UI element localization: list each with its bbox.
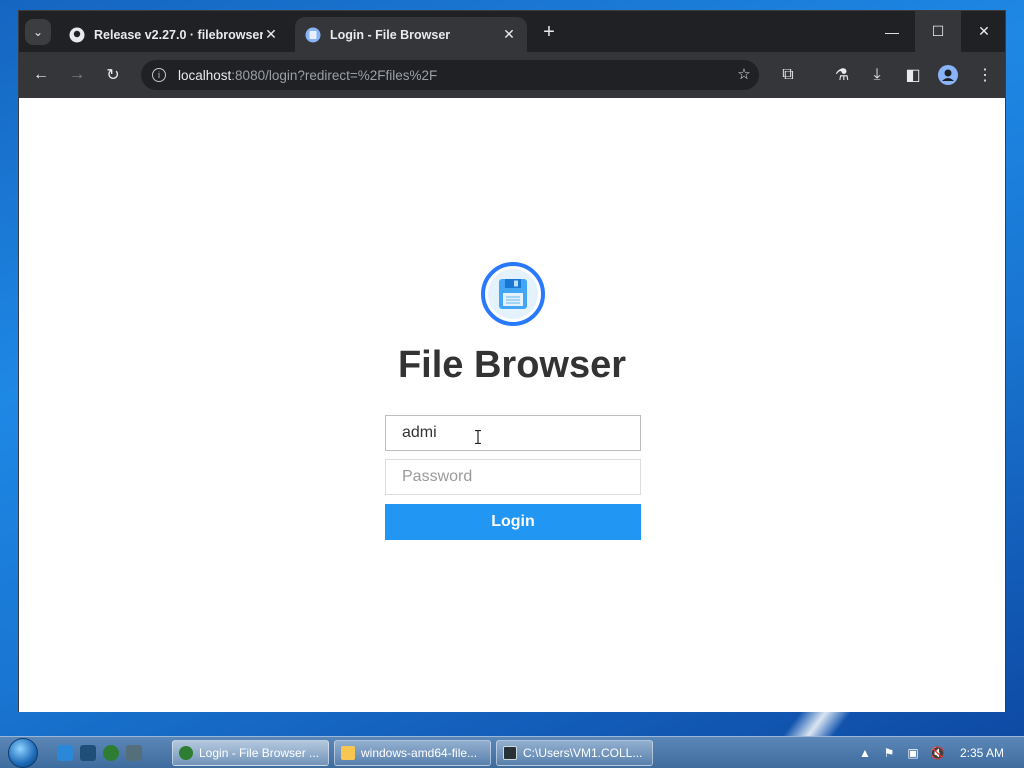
taskbar-clock: 2:35 AM xyxy=(960,746,1005,760)
folder-icon xyxy=(341,746,355,760)
reload-icon[interactable]: ↻ xyxy=(102,64,124,86)
bookmark-star-icon[interactable]: ☆ xyxy=(735,66,753,84)
volume-muted-icon[interactable]: 🔇 xyxy=(930,746,945,760)
maximize-icon[interactable]: ☐ xyxy=(915,11,961,52)
tray-expand-icon[interactable]: ▲ xyxy=(858,746,872,760)
text-cursor-icon xyxy=(475,430,481,444)
app-title: File Browser xyxy=(397,344,627,386)
chrome-icon xyxy=(179,746,193,760)
login-button[interactable]: Login xyxy=(385,504,641,540)
cmd-icon xyxy=(503,746,517,760)
menu-kebab-icon[interactable]: ⋮ xyxy=(974,64,996,86)
start-orb-icon[interactable] xyxy=(8,738,38,768)
github-icon xyxy=(69,27,85,42)
address-bar[interactable]: i localhost:8080/login?redirect=%2Ffiles… xyxy=(141,60,759,90)
extensions-puzzle-icon[interactable]: ⧉ xyxy=(777,64,799,86)
windows-taskbar: Login - File Browser ... windows-amd64-f… xyxy=(0,736,1024,768)
labs-flask-icon[interactable]: ⚗ xyxy=(831,64,853,86)
filebrowser-icon xyxy=(305,27,321,42)
tab-search-chevron-icon[interactable]: ⌄ xyxy=(25,19,51,45)
browser-toolbar: ← → ↻ i localhost:8080/login?redirect=%2… xyxy=(19,52,1005,98)
network-icon[interactable]: ▣ xyxy=(906,746,920,760)
forward-arrow-icon[interactable]: → xyxy=(66,64,88,86)
file-browser-logo-icon xyxy=(481,262,545,326)
page-viewport: File Browser Login xyxy=(19,98,1005,712)
chrome-quicklaunch-icon[interactable] xyxy=(103,745,119,761)
taskbar-item-label: Login - File Browser ... xyxy=(199,746,320,760)
tab-close-icon[interactable]: ✕ xyxy=(501,26,517,43)
show-desktop-icon[interactable] xyxy=(80,745,96,761)
taskbar-item-label: windows-amd64-file... xyxy=(361,746,478,760)
action-center-flag-icon[interactable]: ⚑ xyxy=(882,746,896,760)
taskbar-item-browser[interactable]: Login - File Browser ... xyxy=(172,740,329,766)
close-window-icon[interactable]: ✕ xyxy=(961,11,1007,52)
username-input[interactable] xyxy=(385,415,641,451)
tab-close-icon[interactable]: ✕ xyxy=(263,26,279,43)
site-info-icon[interactable]: i xyxy=(152,68,166,82)
new-tab-plus-icon[interactable]: + xyxy=(539,21,559,44)
tab-release[interactable]: Release v2.27.0 · filebrowser/fi ✕ xyxy=(59,17,289,52)
address-path: :8080/login?redirect=%2Ffiles%2F xyxy=(231,67,438,83)
taskbar-item-label: C:\Users\VM1.COLL... xyxy=(523,746,643,760)
taskbar-item-cmd[interactable]: C:\Users\VM1.COLL... xyxy=(496,740,653,766)
download-icon[interactable]: ⤓ xyxy=(866,64,888,86)
tab-login[interactable]: Login - File Browser ✕ xyxy=(295,17,527,52)
back-arrow-icon[interactable]: ← xyxy=(30,64,52,86)
side-panel-icon[interactable]: ◧ xyxy=(902,64,924,86)
taskbar-item-folder[interactable]: windows-amd64-file... xyxy=(334,740,491,766)
ie-icon[interactable] xyxy=(57,745,73,761)
profile-avatar-icon[interactable] xyxy=(937,64,959,86)
tab-label: Login - File Browser xyxy=(330,27,451,42)
explorer-quicklaunch-icon[interactable] xyxy=(126,745,142,761)
browser-window: ⌄ Release v2.27.0 · filebrowser/fi ✕ Log… xyxy=(18,10,1006,712)
minimize-icon[interactable]: — xyxy=(869,11,915,52)
password-input[interactable] xyxy=(385,459,641,495)
address-host: localhost xyxy=(178,67,232,83)
tab-label: Release v2.27.0 · filebrowser/fi xyxy=(94,27,263,42)
tab-strip: ⌄ Release v2.27.0 · filebrowser/fi ✕ Log… xyxy=(19,11,1005,52)
